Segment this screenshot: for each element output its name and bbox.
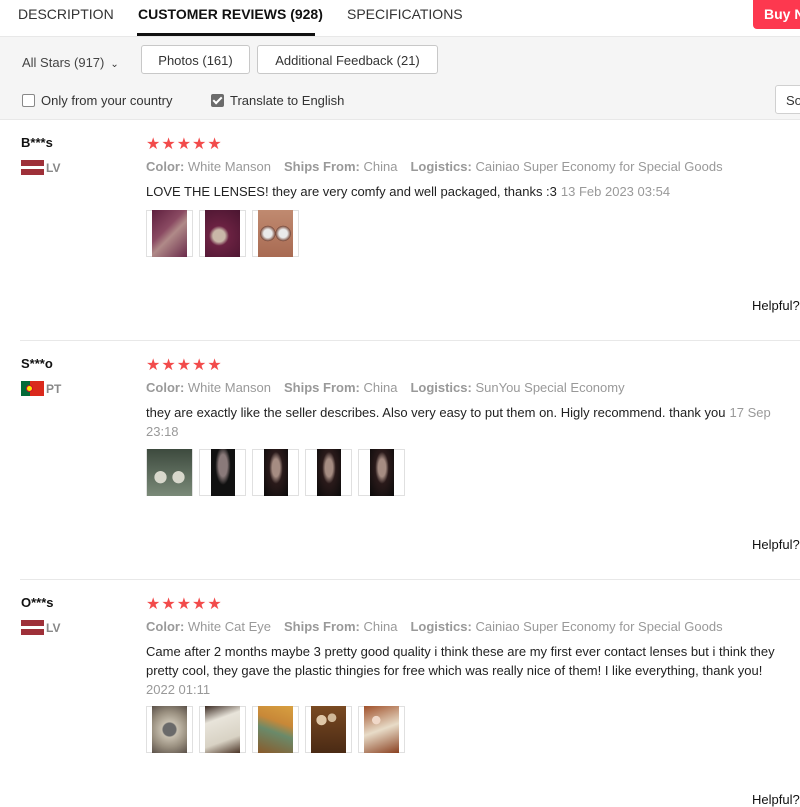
ships-from-label: Ships From: (284, 159, 360, 174)
chevron-down-icon: ⌄ (110, 59, 119, 70)
reviewer-country: PT (21, 381, 61, 396)
review-photo-thumbnail[interactable] (146, 449, 193, 496)
review-meta: Color: White Manson Ships From: China Logi… (146, 380, 625, 395)
review-body: LOVE THE LENSES! they are very comfy and… (146, 184, 557, 199)
review-photo-thumbnail[interactable] (305, 449, 352, 496)
review-photo-thumbnail[interactable] (252, 210, 299, 257)
instructions-paper-photo (205, 706, 240, 753)
review-photo-thumbnail[interactable] (252, 706, 299, 753)
lens-package-photo (258, 706, 293, 753)
color-value: White Manson (187, 380, 271, 395)
review-photo-thumbnail[interactable] (358, 706, 405, 753)
star-filter-dropdown[interactable]: All Stars (917) ⌄ (22, 55, 119, 70)
reviewer-name: S***o (21, 356, 53, 371)
ships-from-label: Ships From: (284, 619, 360, 634)
logistics-value: Cainiao Super Economy for Special Goods (475, 159, 723, 174)
review-photo-thumbnail[interactable] (146, 210, 193, 257)
sort-dropdown[interactable]: So (775, 85, 800, 114)
ships-from-value: China (363, 619, 398, 634)
review-text: they are exactly like the seller describ… (146, 403, 800, 441)
tab-description[interactable]: DESCRIPTION (18, 6, 114, 22)
lens-case-photo (152, 706, 187, 753)
selfie-photo (210, 449, 235, 496)
ships-from-value: China (363, 380, 398, 395)
color-label: Color: (146, 159, 185, 174)
rating-stars: ★★★★★ (146, 596, 223, 613)
review-date: 13 Feb 2023 03:54 (560, 184, 671, 199)
review-text: Came after 2 months maybe 3 pretty good … (146, 642, 800, 699)
lens-package-photo (364, 706, 399, 753)
country-code: LV (46, 161, 61, 175)
lens-package-photo (205, 210, 240, 257)
country-code: PT (46, 382, 62, 396)
tab-customer-reviews[interactable]: CUSTOMER REVIEWS (928) (138, 6, 323, 22)
review-meta: Color: White Cat Eye Ships From: China Log… (146, 619, 723, 634)
review-photo-thumbnail[interactable] (199, 449, 246, 496)
logistics-label: Logistics: (410, 619, 472, 634)
review-photo-thumbnail[interactable] (252, 449, 299, 496)
ships-from-value: China (363, 159, 398, 174)
logistics-label: Logistics: (410, 159, 472, 174)
photos-filter-button[interactable]: Photos (161) (141, 45, 250, 74)
only-country-label: Only from your country (41, 93, 173, 108)
review-date: 2022 01:11 (146, 682, 211, 697)
checkbox-checked-icon[interactable] (211, 94, 224, 107)
reviewer-name: B***s (21, 135, 53, 150)
translate-checkbox[interactable]: Translate to English (211, 93, 344, 108)
star-filter-label: All Stars (917) (22, 55, 105, 70)
latvia-flag-icon (21, 620, 44, 635)
selfie-photo (263, 449, 288, 496)
latvia-flag-icon (21, 160, 44, 175)
review-photo-thumbnail[interactable] (146, 706, 193, 753)
review-divider (20, 579, 800, 580)
only-country-checkbox[interactable]: Only from your country (22, 93, 173, 108)
review-date: 17 Sep (729, 405, 771, 420)
review-photos (146, 210, 299, 257)
review-body: they are exactly like the seller describ… (146, 405, 726, 420)
translate-label: Translate to English (230, 93, 345, 108)
lens-package-photo (311, 706, 346, 753)
review-photos (146, 706, 405, 753)
buy-now-button[interactable]: Buy N (753, 0, 800, 29)
reviewer-country: LV (21, 160, 60, 175)
review-text: LOVE THE LENSES! they are very comfy and… (146, 182, 800, 201)
active-tab-indicator (137, 33, 315, 36)
rating-stars: ★★★★★ (146, 136, 223, 153)
tab-specifications[interactable]: SPECIFICATIONS (347, 6, 463, 22)
helpful-button[interactable]: Helpful? (752, 298, 800, 313)
review-filter-bar: All Stars (917) ⌄ Photos (161) Additional… (0, 37, 800, 120)
review-time: 23:18 (146, 424, 179, 439)
helpful-button[interactable]: Helpful? (752, 537, 800, 552)
selfie-photo (369, 449, 394, 496)
review-photo-thumbnail[interactable] (358, 449, 405, 496)
review-divider (20, 340, 800, 341)
color-label: Color: (146, 619, 185, 634)
review-photos (146, 449, 405, 496)
lens-package-photo (152, 210, 187, 257)
color-label: Color: (146, 380, 185, 395)
logistics-value: Cainiao Super Economy for Special Goods (475, 619, 723, 634)
eyes-photo (258, 210, 293, 257)
ships-from-label: Ships From: (284, 380, 360, 395)
additional-feedback-button[interactable]: Additional Feedback (21) (257, 45, 438, 74)
review-photo-thumbnail[interactable] (199, 706, 246, 753)
rating-stars: ★★★★★ (146, 357, 223, 374)
checkbox-unchecked-icon[interactable] (22, 94, 35, 107)
review-body-line-1: Came after 2 months maybe 3 pretty good … (146, 644, 775, 659)
logistics-value: SunYou Special Economy (475, 380, 625, 395)
review-photo-thumbnail[interactable] (199, 210, 246, 257)
logistics-label: Logistics: (410, 380, 472, 395)
selfie-photo (316, 449, 341, 496)
review-meta: Color: White Manson Ships From: China Logi… (146, 159, 723, 174)
portugal-flag-icon (21, 381, 44, 396)
lens-case-photo (147, 449, 192, 496)
review-body-line-2: pretty cool, they gave the plastic thing… (146, 663, 763, 678)
product-tabs: DESCRIPTION CUSTOMER REVIEWS (928) SPECI… (0, 0, 800, 37)
country-code: LV (46, 621, 61, 635)
review-photo-thumbnail[interactable] (305, 706, 352, 753)
color-value: White Cat Eye (187, 619, 271, 634)
reviewer-country: LV (21, 620, 60, 635)
reviewer-name: O***s (21, 595, 54, 610)
color-value: White Manson (187, 159, 271, 174)
